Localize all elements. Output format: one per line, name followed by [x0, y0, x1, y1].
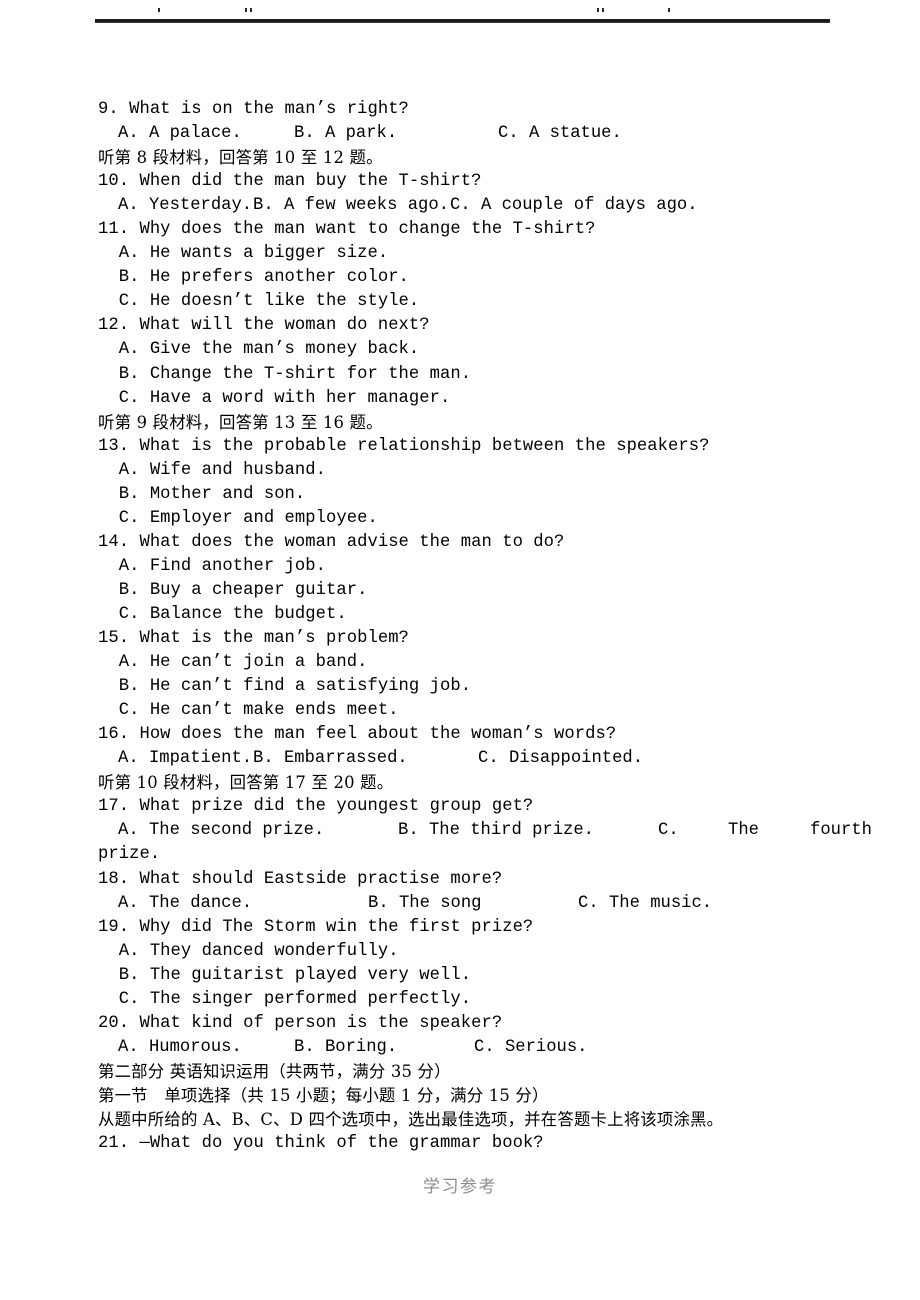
- question-17-wrapped-text: prize.: [98, 845, 161, 865]
- option-b-13: B. Mother and son.: [98, 484, 306, 504]
- question-stem-12: 12. What will the woman do next?: [98, 316, 430, 336]
- header-artifact: [668, 8, 670, 12]
- option-a: A. The second prize.: [118, 821, 325, 841]
- option-c-19: C. The singer performed perfectly.: [98, 989, 472, 1009]
- option-b: B. The song: [368, 893, 482, 913]
- question-stem-18: 18. What should Eastside practise more?: [98, 869, 503, 889]
- option-b-14: B. Buy a cheaper guitar.: [98, 580, 368, 600]
- option-b: B. A park.: [294, 124, 398, 144]
- option-a-12: A. Give the man’s money back.: [98, 340, 420, 360]
- option-c-12: C. Have a word with her manager.: [98, 388, 451, 408]
- page-header-band: [95, 4, 830, 20]
- listening-direction-9: 听第 9 段材料，回答第 13 至 16 题。: [98, 412, 383, 432]
- header-artifact-marks: [95, 4, 830, 16]
- option-c-13: C. Employer and employee.: [98, 508, 378, 528]
- option-a-11: A. He wants a bigger size.: [98, 244, 389, 264]
- question-stem-11: 11. Why does the man want to change the …: [98, 220, 596, 240]
- option-a-13: A. Wife and husband.: [98, 460, 327, 480]
- option-c-word-fourth: fourth: [810, 821, 872, 841]
- option-a-19: A. They danced wonderfully.: [98, 941, 399, 961]
- question-stem-19: 19. Why did The Storm win the first priz…: [98, 917, 534, 937]
- listening-direction-8: 听第 8 段材料，回答第 10 至 12 题。: [98, 148, 383, 168]
- option-b-15: B. He can’t find a satisfying job.: [98, 677, 472, 697]
- question-stem-15: 15. What is the man’s problem?: [98, 629, 409, 649]
- header-artifact: [250, 8, 252, 12]
- option-c: C. Serious.: [474, 1037, 588, 1057]
- section-one-heading: 第一节 单项选择（共 15 小题；每小题 1 分，满分 15 分）: [98, 1085, 549, 1105]
- option-c: C. The music.: [578, 893, 713, 913]
- question-stem-10: 10. When did the man buy the T-shirt?: [98, 172, 482, 192]
- option-c-14: C. Balance the budget.: [98, 604, 347, 624]
- option-b-19: B. The guitarist played very well.: [98, 965, 472, 985]
- document-body: 9. What is on the man’s right? A. A pala…: [98, 98, 872, 1156]
- option-c-label: C.: [658, 821, 679, 841]
- option-a: A. A palace.: [118, 124, 242, 144]
- header-artifact: [602, 8, 604, 12]
- option-c-11: C. He doesn’t like the style.: [98, 292, 420, 312]
- option-b: B. The third prize.: [398, 821, 594, 841]
- question-stem-21: 21. —What do you think of the grammar bo…: [98, 1134, 544, 1154]
- option-a: A. Impatient.: [118, 749, 253, 769]
- question-stem-9: 9. What is on the man’s right?: [98, 100, 409, 119]
- section-instructions: 从题中所给的 A、B、C、D 四个选项中，选出最佳选项，并在答题卡上将该项涂黑。: [98, 1109, 724, 1129]
- question-options-17: A. The second prize. B. The third prize.…: [98, 819, 872, 843]
- option-a: A. Humorous.: [118, 1037, 242, 1057]
- question-stem-13: 13. What is the probable relationship be…: [98, 436, 710, 456]
- option-a: A. The dance.: [118, 893, 253, 913]
- header-rule: [95, 19, 830, 23]
- option-a-15: A. He can’t join a band.: [98, 653, 368, 673]
- question-options-9: A. A palace. B. A park. C. A statue.: [98, 122, 825, 146]
- footer-watermark: 学习参考: [423, 1177, 497, 1197]
- option-a: A. Yesterday.: [118, 196, 253, 216]
- header-artifact: [158, 8, 160, 12]
- header-artifact: [597, 8, 599, 12]
- question-options-18: A. The dance. B. The song C. The music.: [98, 892, 825, 916]
- option-c: C. Disappointed.: [478, 749, 644, 769]
- question-options-10: A. Yesterday. B. A few weeks ago. C. A c…: [98, 194, 825, 218]
- option-b: B. Boring.: [294, 1037, 398, 1057]
- option-b: B. A few weeks ago.: [253, 196, 449, 216]
- question-stem-20: 20. What kind of person is the speaker?: [98, 1013, 503, 1033]
- header-artifact: [245, 8, 247, 12]
- exam-page: 9. What is on the man’s right? A. A pala…: [0, 0, 920, 1300]
- option-b-12: B. Change the T-shirt for the man.: [98, 364, 472, 384]
- listening-direction-10: 听第 10 段材料，回答第 17 至 20 题。: [98, 773, 394, 793]
- option-c: C. A statue.: [498, 124, 622, 144]
- option-b-11: B. He prefers another color.: [98, 268, 409, 288]
- option-b: B. Embarrassed.: [253, 749, 408, 769]
- question-stem-17: 17. What prize did the youngest group ge…: [98, 797, 534, 817]
- option-a-14: A. Find another job.: [98, 556, 327, 576]
- question-stem-16: 16. How does the man feel about the woma…: [98, 725, 617, 745]
- option-c-15: C. He can’t make ends meet.: [98, 701, 399, 721]
- part-two-heading: 第二部分 英语知识运用（共两节，满分 35 分）: [98, 1061, 451, 1081]
- option-c-word-the: The: [728, 821, 759, 841]
- question-options-20: A. Humorous. B. Boring. C. Serious.: [98, 1036, 825, 1060]
- question-stem-14: 14. What does the woman advise the man t…: [98, 532, 565, 552]
- option-c: C. A couple of days ago.: [450, 196, 698, 216]
- question-options-16: A. Impatient. B. Embarrassed. C. Disappo…: [98, 747, 825, 771]
